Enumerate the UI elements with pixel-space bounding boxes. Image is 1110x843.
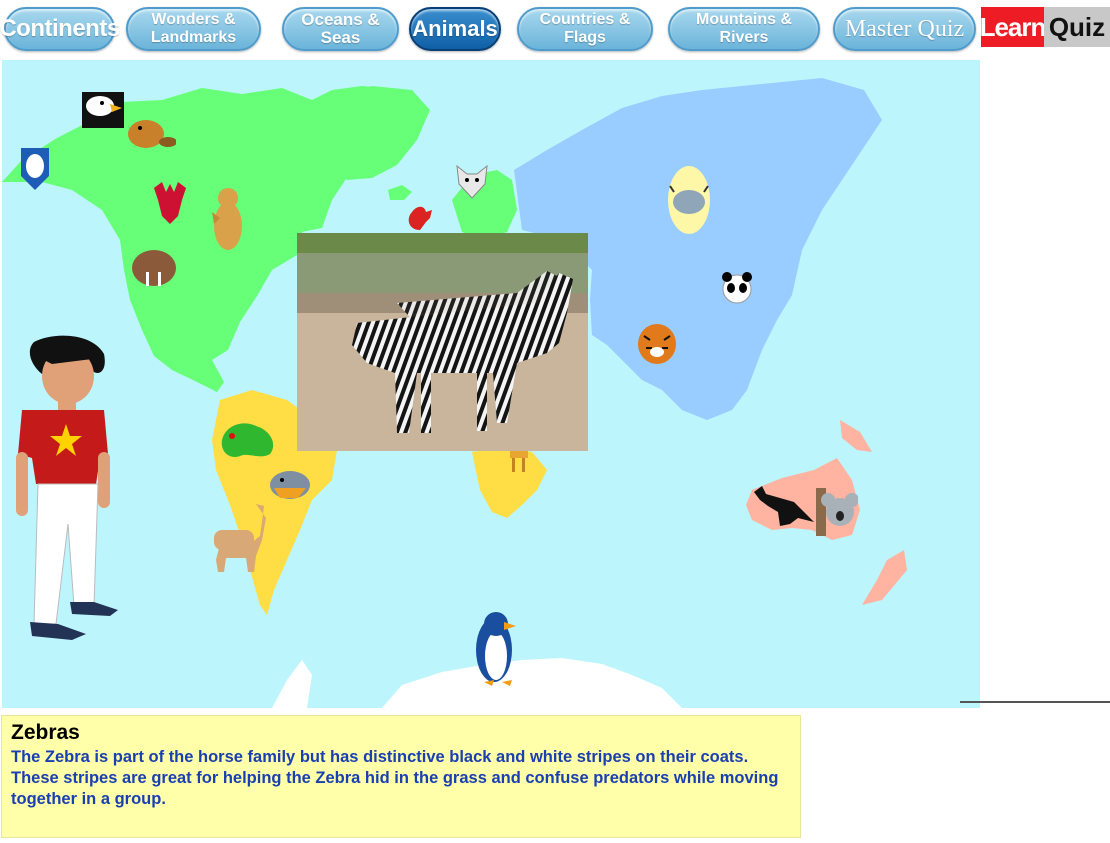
iceland[interactable] — [388, 185, 412, 200]
quiz-mode-button[interactable]: Quiz — [1044, 7, 1110, 47]
piranha-icon[interactable] — [268, 468, 312, 502]
antarctica-continent[interactable] — [382, 658, 682, 708]
walrus-icon[interactable] — [130, 246, 180, 288]
yak-icon[interactable] — [666, 164, 712, 236]
koala-icon[interactable] — [816, 488, 858, 536]
llama-icon[interactable] — [206, 500, 274, 574]
animal-title: Zebras — [11, 721, 80, 744]
moose-icon[interactable] — [150, 180, 190, 226]
tab-countries-flags[interactable]: Countries & Flags — [517, 7, 653, 51]
new-zealand[interactable] — [862, 550, 907, 605]
arctic-fox-icon[interactable] — [453, 162, 491, 200]
red-squirrel-icon[interactable] — [404, 202, 434, 232]
antarctica-peninsula[interactable] — [272, 660, 312, 708]
parrot-icon[interactable] — [218, 416, 282, 462]
tab-wonders-landmarks[interactable]: Wonders & Landmarks — [126, 7, 261, 51]
oceania-islands[interactable] — [840, 420, 872, 452]
giraffe-icon[interactable] — [504, 448, 534, 472]
panda-icon[interactable] — [721, 272, 753, 306]
animal-info-panel: Zebras The Zebra is part of the horse fa… — [1, 715, 801, 838]
guide-character — [16, 335, 118, 640]
tab-oceans-seas[interactable]: Oceans & Seas — [282, 7, 399, 51]
tiger-icon[interactable] — [636, 322, 678, 366]
penguin-icon[interactable] — [472, 610, 520, 686]
top-nav-bar: Continents Wonders & Landmarks Oceans & … — [0, 0, 1110, 58]
tab-mountains-rivers[interactable]: Mountains & Rivers — [668, 7, 820, 51]
tab-animals[interactable]: Animals — [409, 7, 501, 51]
beaver-icon[interactable] — [124, 116, 176, 150]
grizzly-bear-icon[interactable] — [206, 184, 248, 254]
tab-continents[interactable]: Continents — [0, 7, 120, 51]
divider-line — [960, 701, 1110, 703]
animal-description: The Zebra is part of the horse family bu… — [11, 748, 779, 808]
bald-eagle-icon[interactable] — [82, 92, 124, 128]
kangaroo-icon[interactable] — [750, 482, 816, 528]
learn-mode-button[interactable]: Learn — [980, 7, 1046, 47]
zebra-photo — [297, 233, 588, 451]
tab-master-quiz[interactable]: Master Quiz — [833, 7, 976, 51]
polar-bear-icon[interactable] — [19, 146, 51, 192]
